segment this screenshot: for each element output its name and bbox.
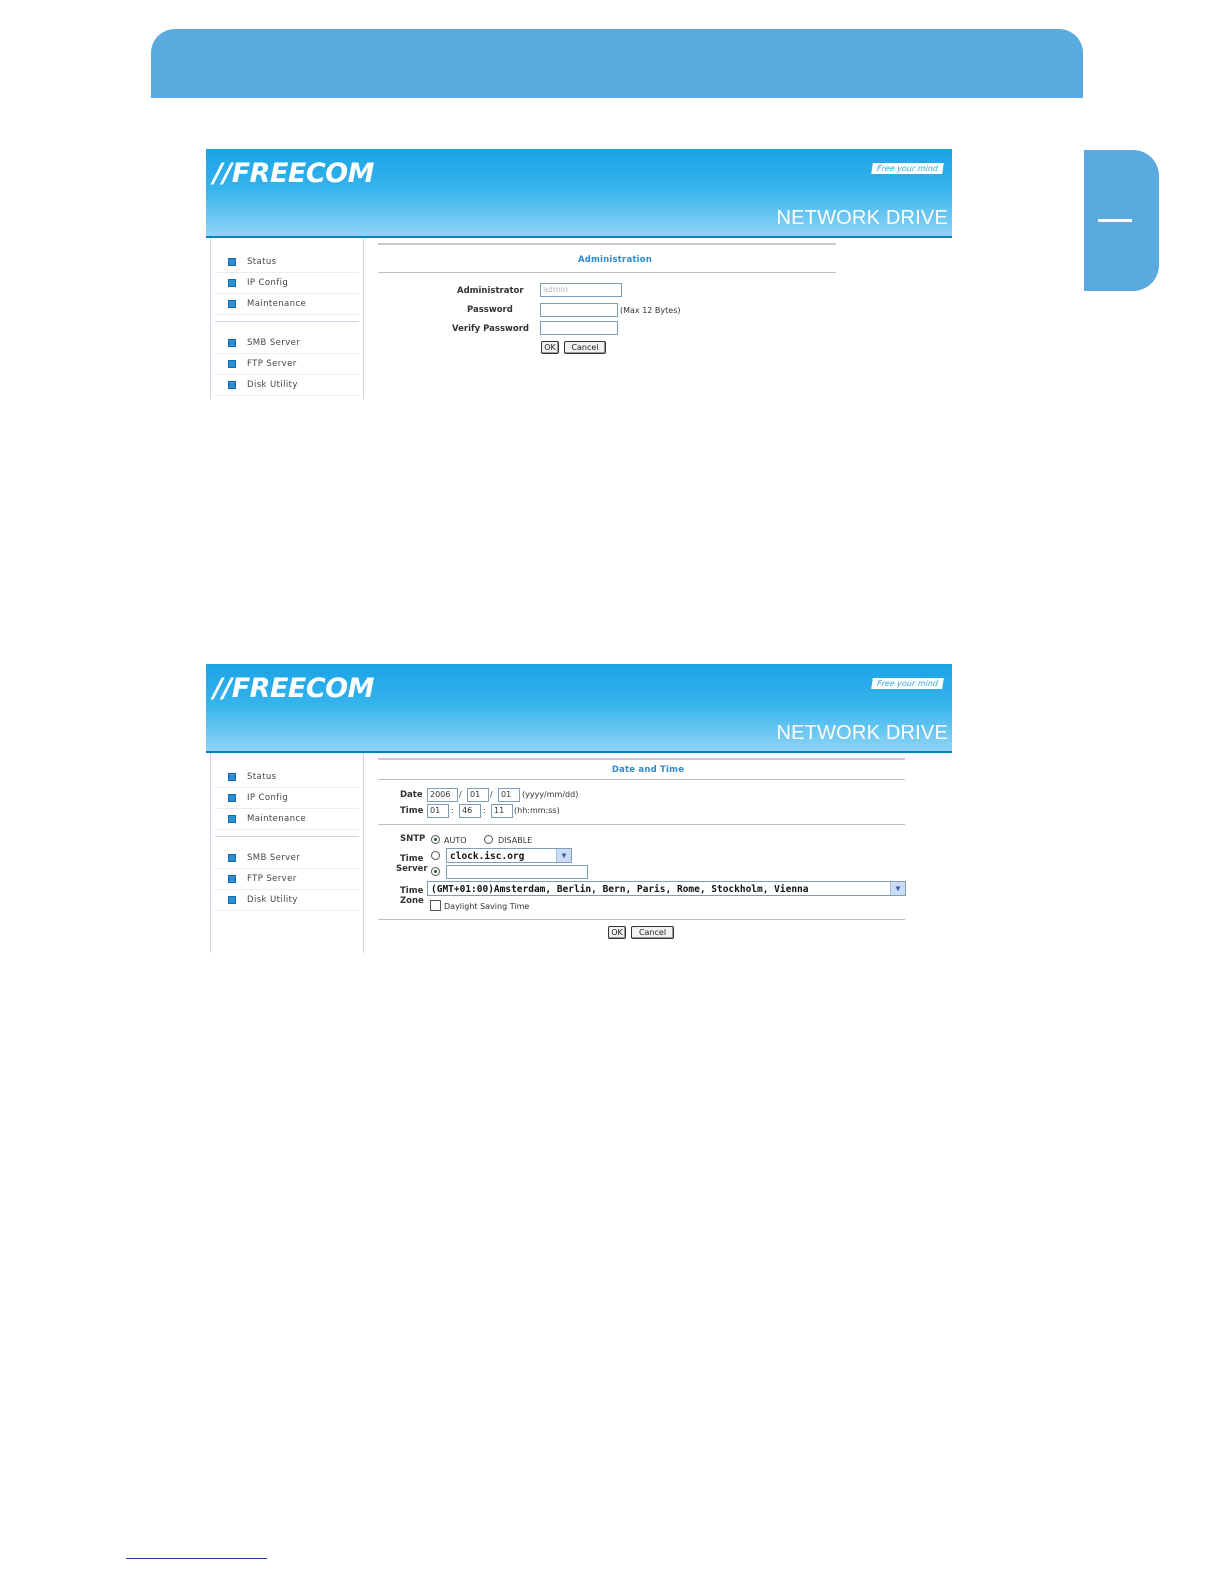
time-server-select[interactable]: clock.isc.org ▼ bbox=[446, 848, 572, 863]
footer-rule bbox=[126, 1558, 267, 1559]
square-bullet-icon bbox=[228, 381, 236, 389]
date-separator: / bbox=[490, 790, 493, 799]
sidebar-item-maintenance[interactable]: Maintenance bbox=[215, 809, 359, 830]
panel-title-divider bbox=[378, 272, 836, 273]
time-label: Time bbox=[400, 806, 424, 816]
chevron-down-icon: ▼ bbox=[890, 882, 905, 895]
product-name: NETWORK DRIVE bbox=[776, 722, 948, 744]
chapter-tab-mark bbox=[1098, 219, 1132, 222]
header-band bbox=[151, 29, 1083, 98]
sntp-disable-radio[interactable] bbox=[484, 835, 493, 844]
time-separator: : bbox=[483, 806, 486, 815]
panel-top-line bbox=[378, 758, 905, 760]
menu-group-services: SMB Server FTP Server Disk Utility bbox=[215, 333, 359, 396]
slogan-badge: Free your mind bbox=[871, 678, 944, 689]
chapter-tab bbox=[1084, 150, 1159, 291]
chevron-down-icon: ▼ bbox=[556, 849, 571, 862]
slogan-badge: Free your mind bbox=[871, 163, 944, 174]
menu-separator bbox=[215, 321, 359, 322]
sidebar-item-ftp-server[interactable]: FTP Server bbox=[215, 869, 359, 890]
panel-top-line bbox=[378, 243, 836, 245]
admin-screenshot: //FREECOM Free your mind NETWORK DRIVE S… bbox=[206, 149, 952, 399]
brand-banner: //FREECOM Free your mind NETWORK DRIVE bbox=[206, 664, 952, 751]
square-bullet-icon bbox=[228, 360, 236, 368]
square-bullet-icon bbox=[228, 815, 236, 823]
section-divider bbox=[378, 919, 905, 920]
sntp-auto-radio[interactable] bbox=[431, 835, 440, 844]
timezone-label-line2: Zone bbox=[400, 896, 424, 906]
sidebar-item-disk-utility[interactable]: Disk Utility bbox=[215, 375, 359, 396]
time-minute-field[interactable]: 46 bbox=[459, 804, 481, 818]
panel-title: Date and Time bbox=[611, 765, 685, 775]
square-bullet-icon bbox=[228, 794, 236, 802]
square-bullet-icon bbox=[228, 279, 236, 287]
square-bullet-icon bbox=[228, 896, 236, 904]
sidebar-item-ip-config[interactable]: IP Config bbox=[215, 788, 359, 809]
verify-password-label: Verify Password bbox=[452, 324, 530, 334]
menu-separator bbox=[215, 836, 359, 837]
time-server-list-radio[interactable] bbox=[431, 851, 440, 860]
square-bullet-icon bbox=[228, 875, 236, 883]
administrator-label: Administrator bbox=[457, 286, 524, 296]
square-bullet-icon bbox=[228, 854, 236, 862]
square-bullet-icon bbox=[228, 339, 236, 347]
panel-title-divider bbox=[378, 779, 905, 780]
square-bullet-icon bbox=[228, 258, 236, 266]
date-format-hint: (yyyy/mm/dd) bbox=[522, 790, 579, 799]
timezone-select[interactable]: (GMT+01:00)Amsterdam, Berlin, Bern, Pari… bbox=[427, 881, 906, 896]
sidebar-item-smb-server[interactable]: SMB Server bbox=[215, 333, 359, 354]
cancel-button[interactable]: Cancel bbox=[631, 926, 674, 939]
time-second-field[interactable]: 11 bbox=[491, 804, 513, 818]
time-server-custom-radio[interactable] bbox=[431, 867, 440, 876]
dst-checkbox[interactable] bbox=[430, 900, 441, 911]
sidebar-menu: Status IP Config Maintenance SMB Server … bbox=[210, 753, 364, 953]
dst-label: Daylight Saving Time bbox=[444, 902, 530, 911]
square-bullet-icon bbox=[228, 300, 236, 308]
date-month-field[interactable]: 01 bbox=[467, 788, 489, 802]
time-format-hint: (hh:mm:ss) bbox=[514, 806, 560, 815]
datetime-screenshot: //FREECOM Free your mind NETWORK DRIVE S… bbox=[206, 664, 952, 953]
date-label: Date bbox=[400, 790, 423, 800]
sntp-disable-label: DISABLE bbox=[498, 836, 533, 845]
password-label: Password bbox=[467, 305, 513, 315]
sidebar-menu: Status IP Config Maintenance SMB Server … bbox=[210, 238, 364, 399]
sidebar-item-smb-server[interactable]: SMB Server bbox=[215, 848, 359, 869]
time-separator: : bbox=[451, 806, 454, 815]
date-year-field[interactable]: 2006 bbox=[427, 788, 458, 802]
sidebar-item-status[interactable]: Status bbox=[215, 252, 359, 273]
ok-button[interactable]: OK bbox=[541, 341, 559, 354]
cancel-button[interactable]: Cancel bbox=[564, 341, 606, 354]
freecom-logo: //FREECOM bbox=[213, 158, 374, 189]
menu-group-system: Status IP Config Maintenance bbox=[215, 252, 359, 315]
verify-password-field[interactable] bbox=[540, 321, 618, 335]
sidebar-item-status[interactable]: Status bbox=[215, 767, 359, 788]
time-hour-field[interactable]: 01 bbox=[427, 804, 449, 818]
square-bullet-icon bbox=[228, 773, 236, 781]
date-day-field[interactable]: 01 bbox=[498, 788, 520, 802]
sntp-auto-label: AUTO bbox=[444, 836, 467, 845]
time-server-label: Time bbox=[400, 854, 424, 864]
panel-title: Administration bbox=[577, 255, 653, 265]
sntp-label: SNTP bbox=[400, 834, 426, 844]
sidebar-item-ftp-server[interactable]: FTP Server bbox=[215, 354, 359, 375]
date-separator: / bbox=[459, 790, 462, 799]
ok-button[interactable]: OK bbox=[608, 926, 626, 939]
timezone-label: Time bbox=[400, 886, 424, 896]
administrator-field[interactable]: admin bbox=[540, 283, 622, 297]
sidebar-item-disk-utility[interactable]: Disk Utility bbox=[215, 890, 359, 911]
menu-group-system: Status IP Config Maintenance bbox=[215, 767, 359, 830]
menu-group-services: SMB Server FTP Server Disk Utility bbox=[215, 848, 359, 911]
sidebar-item-maintenance[interactable]: Maintenance bbox=[215, 294, 359, 315]
brand-banner: //FREECOM Free your mind NETWORK DRIVE bbox=[206, 149, 952, 236]
password-note: (Max 12 Bytes) bbox=[620, 306, 681, 315]
time-server-label-line2: Server bbox=[396, 864, 428, 874]
time-server-custom-field[interactable] bbox=[446, 865, 588, 879]
product-name: NETWORK DRIVE bbox=[776, 207, 948, 229]
sidebar-item-ip-config[interactable]: IP Config bbox=[215, 273, 359, 294]
freecom-logo: //FREECOM bbox=[213, 673, 374, 704]
section-divider bbox=[378, 824, 905, 825]
password-field[interactable] bbox=[540, 303, 618, 317]
